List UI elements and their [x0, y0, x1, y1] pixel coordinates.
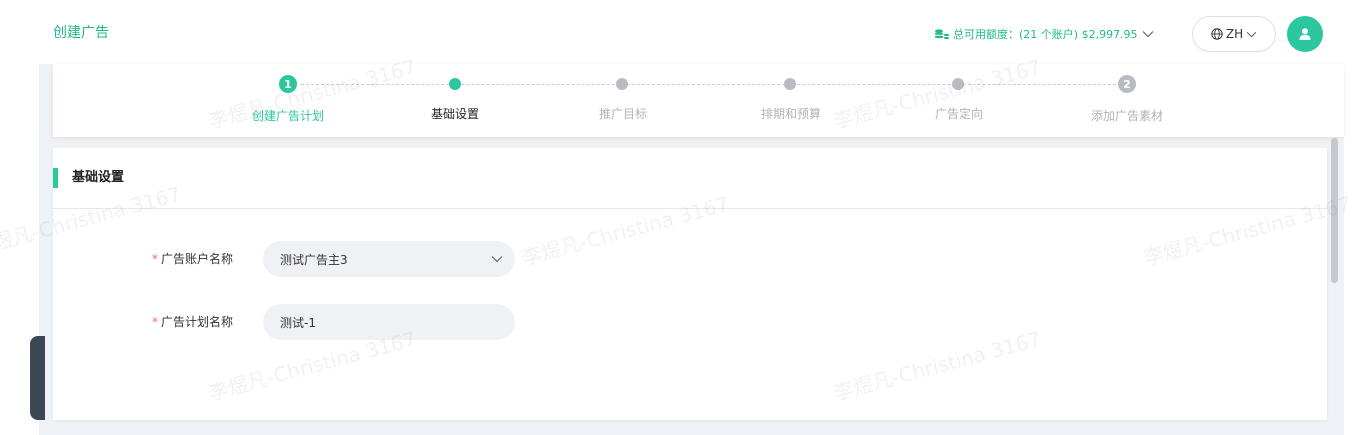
step-marker-4 [784, 78, 796, 90]
page-title: 创建广告 [53, 25, 109, 41]
user-icon [1299, 28, 1311, 40]
step-label-1[interactable]: 创建广告计划 [252, 108, 324, 124]
section-header: 基础设置 [53, 148, 1327, 209]
globe-icon [1211, 28, 1223, 40]
step-marker-6: 2 [1118, 75, 1136, 93]
ad-account-label: * 广告账户名称 [53, 251, 233, 267]
step-label-3[interactable]: 推广目标 [599, 106, 647, 122]
steps-connector [301, 84, 1131, 85]
language-switch-button[interactable]: ZH [1192, 16, 1276, 52]
content-area: 1 2 创建广告计划 基础设置 推广目标 排期和预算 广告定向 添加广告素材 基… [39, 64, 1344, 435]
chevron-down-icon [491, 256, 503, 263]
campaign-name-value: 测试-1 [280, 315, 316, 330]
chevron-down-icon [1246, 31, 1257, 37]
step-label-6[interactable]: 添加广告素材 [1091, 108, 1163, 124]
step-marker-5 [952, 78, 964, 90]
top-bar: 创建广告 总可用额度：(21 个账户) $2,997.95 ZH [0, 0, 1366, 64]
quota-dropdown[interactable]: 总可用额度：(21 个账户) $2,997.95 [934, 26, 1154, 42]
vertical-scrollbar[interactable] [1331, 138, 1338, 283]
coins-icon [935, 29, 949, 39]
chevron-down-icon [1142, 31, 1153, 38]
ad-account-value: 测试广告主3 [280, 252, 348, 267]
campaign-name-label: * 广告计划名称 [53, 314, 233, 330]
required-mark: * [151, 252, 158, 266]
quota-text: 总可用额度：(21 个账户) $2,997.95 [953, 28, 1138, 41]
campaign-name-input[interactable]: 测试-1 [263, 304, 515, 340]
ad-account-label-text: 广告账户名称 [160, 252, 233, 266]
step-label-5[interactable]: 广告定向 [935, 106, 983, 122]
step-marker-1: 1 [279, 75, 297, 93]
user-avatar[interactable] [1287, 16, 1323, 52]
ad-account-select[interactable]: 测试广告主3 [263, 241, 515, 277]
section-accent-bar [53, 168, 58, 188]
step-label-2[interactable]: 基础设置 [431, 106, 479, 122]
campaign-name-label-text: 广告计划名称 [160, 315, 233, 329]
step-label-4[interactable]: 排期和预算 [761, 106, 821, 122]
step-marker-2 [449, 78, 461, 90]
side-drawer-handle[interactable] [30, 336, 45, 420]
basic-settings-card: 基础设置 * 广告账户名称 测试广告主3 * 广告计划名称 测试-1 [53, 148, 1327, 420]
step-marker-3 [616, 78, 628, 90]
steps-bar: 1 2 创建广告计划 基础设置 推广目标 排期和预算 广告定向 添加广告素材 [53, 64, 1344, 137]
required-mark: * [151, 315, 158, 329]
section-title: 基础设置 [72, 170, 125, 185]
language-label: ZH [1225, 27, 1244, 41]
